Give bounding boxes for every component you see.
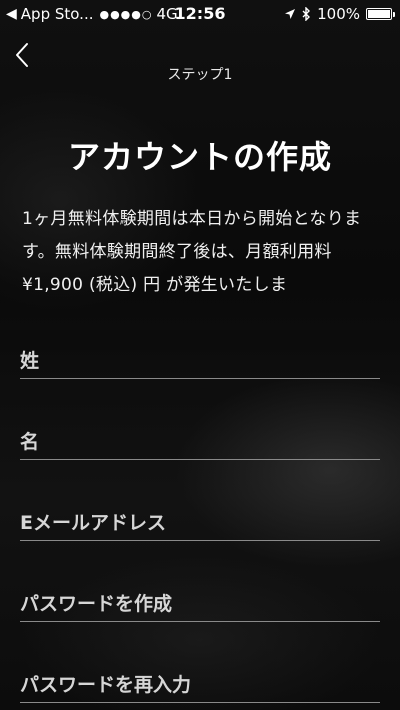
password-input[interactable]: [20, 586, 380, 621]
email-field: [20, 505, 380, 541]
password-confirm-input[interactable]: [20, 667, 380, 702]
status-bar-right: 100%: [284, 5, 395, 23]
bluetooth-icon: [302, 7, 311, 21]
step-label: ステップ1: [167, 67, 233, 83]
battery-icon: [366, 8, 395, 20]
last-name-input[interactable]: [20, 343, 380, 378]
battery-percent: 100%: [317, 5, 360, 23]
page-title: アカウントの作成: [67, 138, 332, 176]
email-input[interactable]: [20, 505, 380, 540]
password-field: [20, 586, 380, 622]
first-name-input[interactable]: [20, 424, 380, 459]
status-bar: ◀ App Sto... ●●●●○ 4G 12:56 100%: [0, 0, 400, 28]
last-name-field: [20, 343, 380, 379]
first-name-field: [20, 424, 380, 460]
app-screen: ◀ App Sto... ●●●●○ 4G 12:56 100% ステップ1 ア…: [0, 0, 400, 710]
password-confirm-field: [20, 667, 380, 703]
location-arrow-icon: [285, 9, 296, 19]
trial-description: 1ヶ月無料体験期間は本日から開始となります。無料体験期間終了後は、月額利用料 ¥…: [22, 209, 362, 295]
